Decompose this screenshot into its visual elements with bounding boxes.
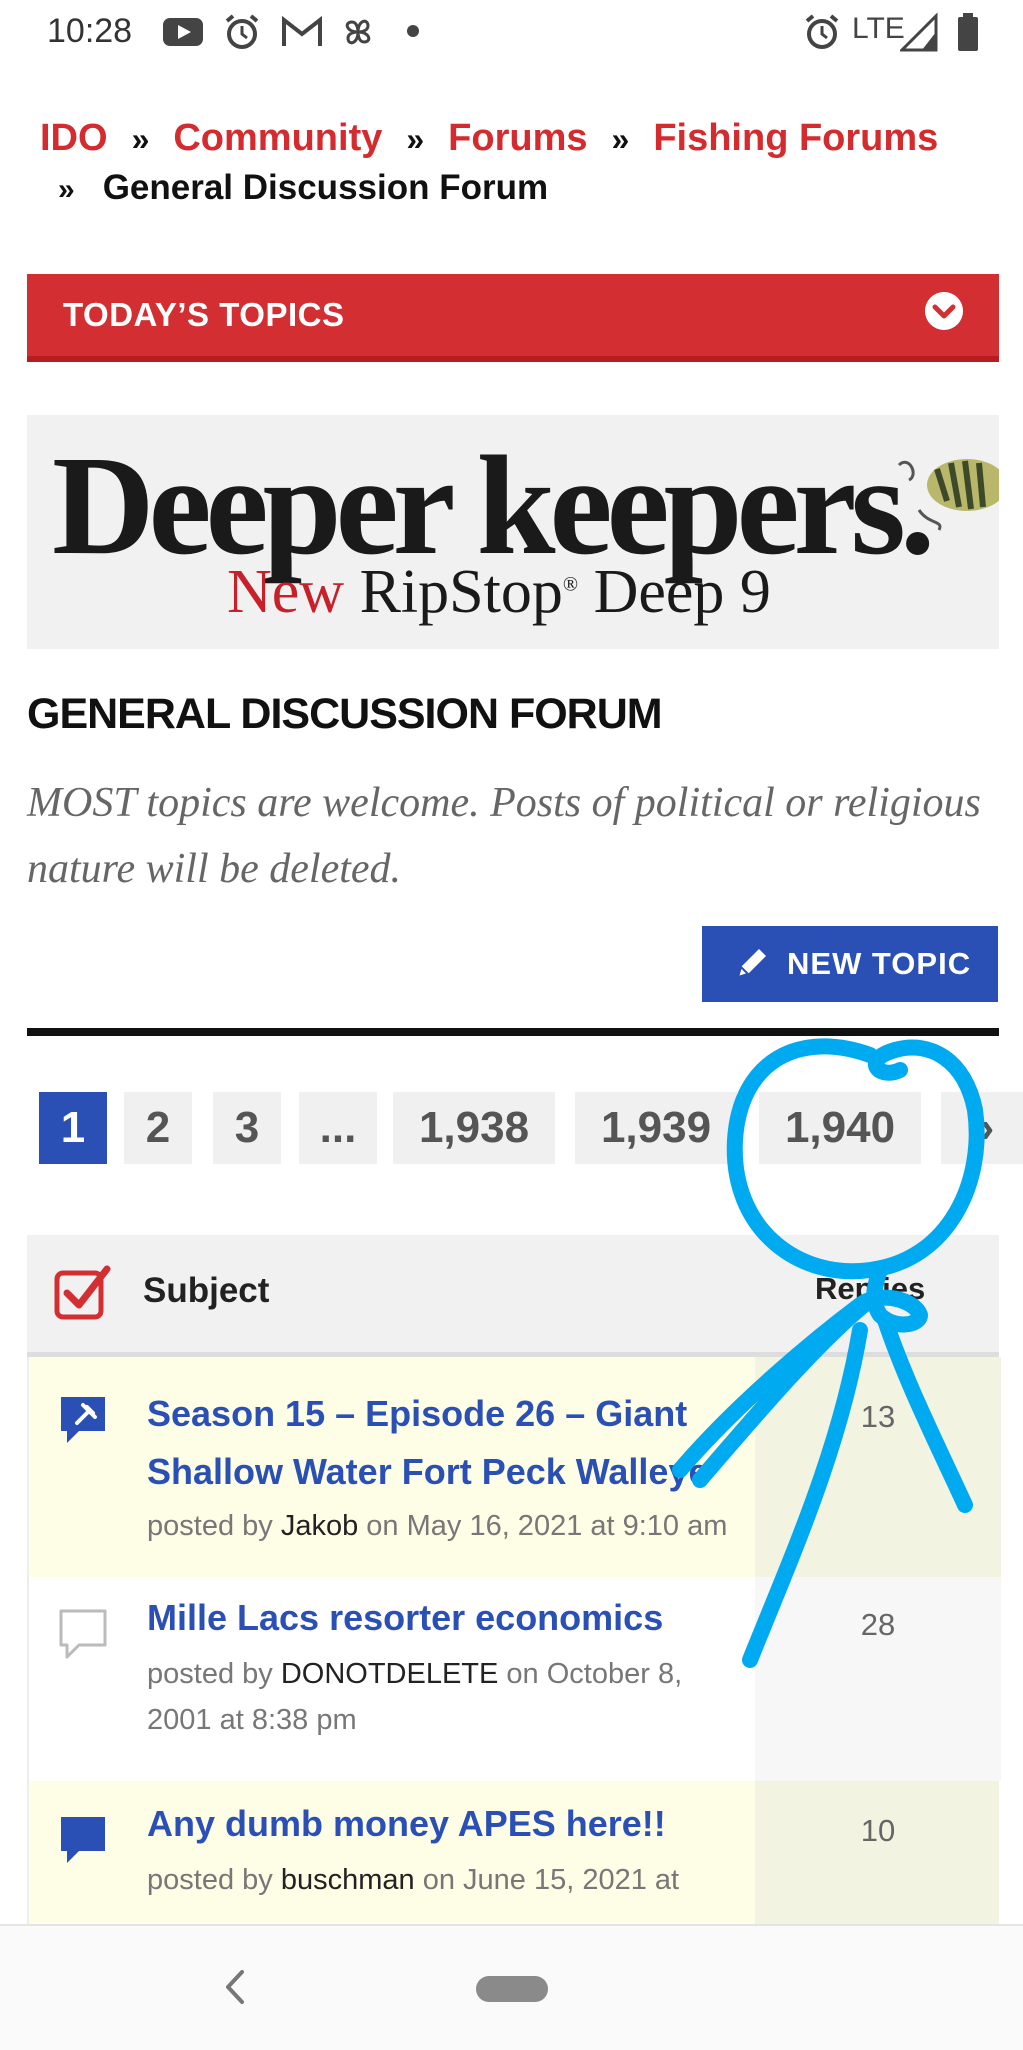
notification-dot (407, 25, 419, 37)
page-link-next[interactable]: » (941, 1092, 1023, 1164)
topic-date: on June 15, 2021 at (422, 1864, 680, 1896)
breadcrumb-link-fishing-forums[interactable]: Fishing Forums (653, 117, 938, 159)
topic-meta: posted by Jakob on May 16, 2021 at 9:10 … (147, 1503, 747, 1549)
back-icon[interactable] (214, 1962, 254, 2012)
page-ellipsis: ... (299, 1092, 377, 1164)
topic-date: on May 16, 2021 at 9:10 am (366, 1510, 728, 1542)
topic-icon (59, 1609, 107, 1659)
network-type: LTE (852, 12, 905, 45)
ad-banner[interactable]: Deeper keepers. New RipStop® Deep 9 (27, 415, 999, 649)
todays-topics-label: TODAY’S TOPICS (63, 296, 345, 333)
topic-cell: Season 15 – Episode 26 – Giant Shallow W… (29, 1357, 755, 1577)
replies-cell: 10 (755, 1781, 999, 1924)
breadcrumb-link-community[interactable]: Community (173, 117, 382, 159)
gmail-icon (282, 15, 322, 46)
topic-title-link[interactable]: Season 15 – Episode 26 – Giant Shallow W… (147, 1385, 727, 1501)
ad-subline-mark: ® (562, 573, 579, 596)
topic-meta: posted by buschman on June 15, 2021 at (147, 1857, 747, 1903)
topic-meta: posted by DONOTDELETE on October 8, 2001… (147, 1651, 747, 1743)
alarm-icon (805, 14, 839, 49)
topic-meta-prefix: posted by (147, 1658, 273, 1690)
signal-icon (900, 12, 938, 52)
table-row[interactable]: Mille Lacs resorter economics posted by … (27, 1577, 1001, 1781)
fishing-lure-icon (897, 459, 999, 531)
ad-subline-tail: Deep 9 (593, 558, 771, 626)
todays-topics-toggle[interactable]: TODAY’S TOPICS (27, 274, 999, 362)
breadcrumb-current-row: » General Discussion Forum (58, 168, 548, 208)
page-link-2[interactable]: 2 (124, 1092, 192, 1164)
topic-meta-prefix: posted by (147, 1864, 273, 1896)
checkbox-checked-icon[interactable] (53, 1263, 111, 1321)
ad-subline-new: New (227, 558, 345, 626)
page-link-1940[interactable]: 1,940 (759, 1092, 921, 1164)
reply-count: 28 (860, 1607, 896, 1642)
topic-author-link[interactable]: DONOTDELETE (281, 1658, 499, 1690)
chevron-down-icon (925, 292, 963, 330)
topics-table-header: Subject Replies (27, 1235, 999, 1357)
breadcrumb: IDO » Community » Forums » Fishing Forums (40, 110, 990, 167)
replies-cell: 28 (755, 1577, 1001, 1781)
reply-count: 10 (860, 1813, 896, 1848)
topic-author-link[interactable]: buschman (281, 1864, 415, 1896)
breadcrumb-separator: » (611, 121, 630, 157)
pinwheel-icon (345, 19, 371, 45)
pagination: 1 2 3 ... 1,938 1,939 1,940 » (27, 1092, 1023, 1164)
new-topic-label: NEW TOPIC (787, 946, 972, 981)
breadcrumb-current: General Discussion Forum (102, 168, 549, 207)
page-link-1939[interactable]: 1,939 (575, 1092, 737, 1164)
table-row[interactable]: Season 15 – Episode 26 – Giant Shallow W… (27, 1357, 1001, 1577)
breadcrumb-separator: » (58, 173, 75, 206)
table-row[interactable]: Any dumb money APES here!! posted by bus… (27, 1781, 999, 1924)
divider (27, 1028, 999, 1036)
ad-subline: New RipStop® Deep 9 (227, 557, 771, 628)
subject-column-header[interactable]: Subject (143, 1271, 269, 1311)
ad-subline-product: RipStop (359, 558, 563, 626)
topic-cell: Any dumb money APES here!! posted by bus… (29, 1781, 755, 1924)
replies-column-header[interactable]: Replies (815, 1271, 925, 1307)
status-bar: 10:28 LTE (0, 0, 1023, 66)
page-link-1[interactable]: 1 (39, 1092, 107, 1164)
hot-topic-icon (61, 1817, 105, 1863)
replies-cell: 13 (755, 1357, 1001, 1577)
pinned-topic-icon (61, 1397, 105, 1443)
forum-title: GENERAL DISCUSSION FORUM (27, 690, 663, 738)
breadcrumb-link-ido[interactable]: IDO (40, 117, 108, 159)
home-pill[interactable] (476, 1976, 548, 2002)
topic-author-link[interactable]: Jakob (281, 1510, 358, 1542)
new-topic-button[interactable]: NEW TOPIC (702, 926, 998, 1002)
topic-meta-prefix: posted by (147, 1510, 273, 1542)
pencil-icon (736, 949, 766, 979)
battery-icon (958, 13, 978, 51)
topic-title-link[interactable]: Mille Lacs resorter economics (147, 1589, 727, 1647)
page-link-3[interactable]: 3 (213, 1092, 281, 1164)
forum-description: MOST topics are welcome. Posts of politi… (27, 780, 981, 892)
breadcrumb-link-forums[interactable]: Forums (448, 117, 587, 159)
status-time: 10:28 (47, 12, 133, 50)
alarm-icon (225, 14, 259, 49)
breadcrumb-separator: » (406, 121, 425, 157)
system-nav-bar (0, 1924, 1023, 2050)
topic-cell: Mille Lacs resorter economics posted by … (29, 1577, 755, 1781)
breadcrumb-separator: » (131, 121, 150, 157)
youtube-icon (163, 18, 203, 46)
page-link-1938[interactable]: 1,938 (393, 1092, 555, 1164)
topic-title-link[interactable]: Any dumb money APES here!! (147, 1795, 727, 1853)
reply-count: 13 (860, 1399, 896, 1434)
